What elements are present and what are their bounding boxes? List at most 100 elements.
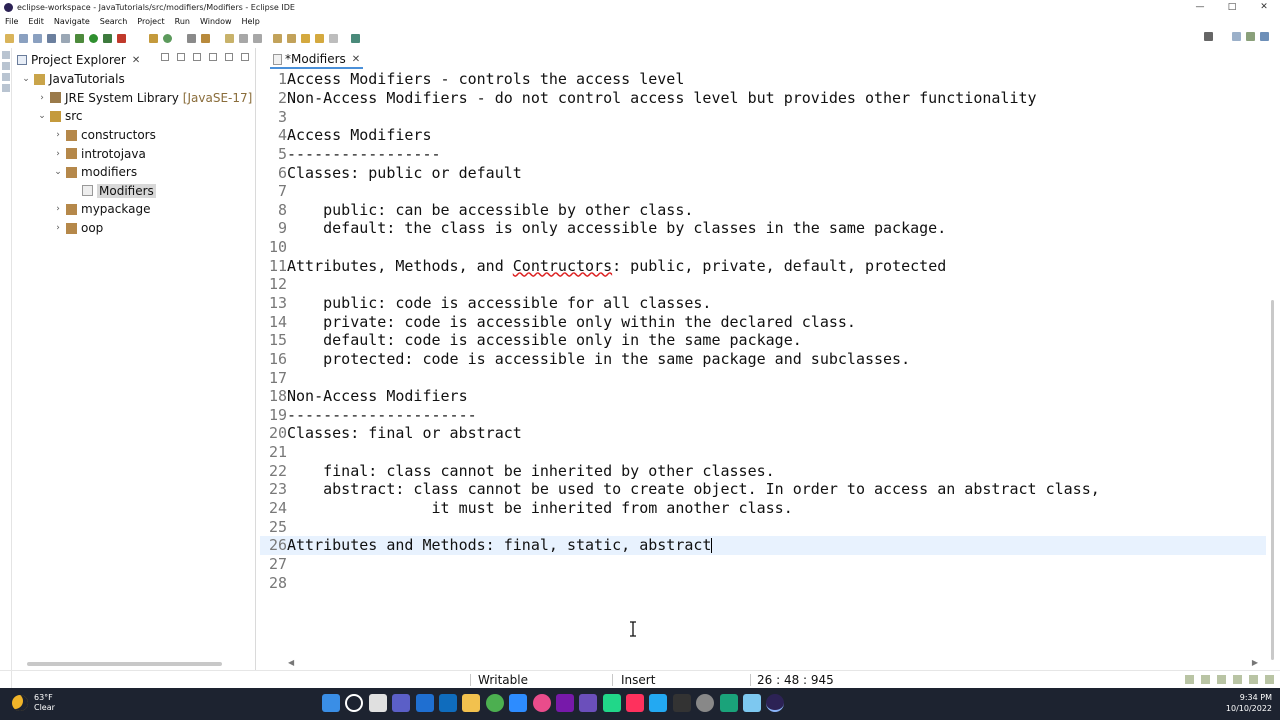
tasks-icon[interactable] — [1233, 675, 1242, 684]
explorer-horizontal-scrollbar[interactable] — [27, 662, 222, 666]
save-all-icon[interactable] — [33, 33, 42, 43]
outline-icon[interactable] — [2, 62, 10, 70]
console-icon[interactable] — [1201, 675, 1210, 684]
mail-icon[interactable] — [415, 694, 434, 712]
tree-item-modifiers[interactable]: ⌄ modifiers — [13, 163, 256, 182]
scrollbar-thumb[interactable] — [1271, 300, 1274, 660]
project-explorer-tab[interactable]: Project Explorer ✕ — [17, 51, 140, 69]
filter-icon[interactable] — [193, 53, 201, 61]
tree-item-mypackage[interactable]: › mypackage — [13, 200, 256, 219]
file-explorer-icon[interactable] — [462, 694, 481, 712]
terminal-app-icon[interactable] — [672, 694, 691, 712]
new-class-icon[interactable] — [163, 33, 172, 43]
problems-icon[interactable] — [2, 73, 10, 81]
code-line[interactable]: 15 default: code is accessible only in t… — [260, 331, 1266, 350]
tree-item-modifiers[interactable]: Modifiers — [13, 182, 256, 201]
code-area[interactable]: 1 Access Modifiers - controls the access … — [260, 70, 1266, 592]
chevron-down-icon[interactable]: ⌄ — [21, 74, 31, 84]
back-icon[interactable] — [315, 33, 324, 43]
code-line[interactable]: 5 ----------------- — [260, 145, 1266, 164]
editor-horizontal-scrollbar[interactable]: ◀ ▶ — [288, 658, 1258, 667]
code-line[interactable]: 27 — [260, 555, 1266, 574]
code-line[interactable]: 17 — [260, 368, 1266, 387]
show-whitespace-icon[interactable] — [253, 33, 262, 43]
start-icon[interactable] — [322, 694, 340, 712]
menu-project[interactable]: Project — [132, 17, 169, 26]
skip-breakpoints-icon[interactable] — [61, 33, 70, 43]
slack-icon[interactable] — [532, 694, 551, 712]
toggle-block-icon[interactable] — [239, 33, 248, 43]
view-menu-icon[interactable] — [209, 53, 217, 61]
code-line[interactable]: 12 — [260, 275, 1266, 294]
status-insert-mode[interactable]: Insert — [621, 673, 655, 687]
run-icon[interactable] — [89, 33, 98, 43]
code-line[interactable]: 11 Attributes, Methods, and Contructors: … — [260, 256, 1266, 275]
code-line[interactable]: 23 abstract: class cannot be used to cre… — [260, 480, 1266, 499]
maximize-button[interactable]: □ — [1216, 0, 1248, 14]
java-perspective-icon[interactable] — [1260, 32, 1269, 41]
menu-search[interactable]: Search — [95, 17, 132, 26]
vscode-icon[interactable] — [649, 694, 668, 712]
code-line[interactable]: 3 — [260, 107, 1266, 126]
settings-icon[interactable] — [696, 694, 715, 712]
collapse-all-icon[interactable] — [161, 53, 169, 61]
code-line[interactable]: 25 — [260, 517, 1266, 536]
javadoc-icon[interactable] — [2, 84, 10, 92]
code-line[interactable]: 14 private: code is accessible only with… — [260, 312, 1266, 331]
problems-trim-icon[interactable] — [1217, 675, 1226, 684]
visual-studio-icon[interactable] — [579, 694, 598, 712]
code-line[interactable]: 4 Access Modifiers — [260, 126, 1266, 145]
code-line[interactable]: 19 --------------------- — [260, 406, 1266, 425]
code-line[interactable]: 2 Non-Access Modifiers - do not control a… — [260, 89, 1266, 108]
zoom-icon[interactable] — [509, 694, 528, 712]
code-line[interactable]: 6 Classes: public or default — [260, 163, 1266, 182]
chevron-right-icon[interactable]: › — [37, 93, 47, 103]
menu-help[interactable]: Help — [237, 17, 265, 26]
task-view-icon[interactable] — [368, 694, 387, 712]
debug-icon[interactable] — [75, 33, 84, 43]
pycharm-icon[interactable] — [602, 694, 621, 712]
new-icon[interactable] — [5, 33, 14, 43]
search-icon[interactable] — [1204, 32, 1213, 41]
code-line[interactable]: 22 final: class cannot be inherited by o… — [260, 461, 1266, 480]
close-icon[interactable]: ✕ — [352, 54, 360, 65]
minimize-button[interactable]: — — [1184, 0, 1216, 14]
java-ee-perspective-icon[interactable] — [1246, 32, 1255, 41]
terminal-icon[interactable] — [47, 33, 56, 43]
link-editor-icon[interactable] — [177, 53, 185, 61]
system-clock[interactable]: 9:34 PM 10/10/2022 — [1226, 692, 1272, 714]
code-line[interactable]: 10 — [260, 238, 1266, 257]
save-icon[interactable] — [19, 33, 28, 43]
chevron-right-icon[interactable]: › — [53, 149, 63, 159]
code-line[interactable]: 9 default: the class is only accessible … — [260, 219, 1266, 238]
tree-item-introtojava[interactable]: › introtojava — [13, 144, 256, 163]
weather-widget[interactable]: 63°F Clear — [12, 693, 55, 713]
search-tool-icon[interactable] — [201, 33, 210, 43]
onenote-icon[interactable] — [555, 694, 574, 712]
code-line[interactable]: 24 it must be inherited from another cla… — [260, 499, 1266, 518]
chrome-icon[interactable] — [485, 694, 504, 712]
chevron-right-icon[interactable]: › — [53, 204, 63, 214]
menu-edit[interactable]: Edit — [23, 17, 49, 26]
code-line[interactable]: 13 public: code is accessible for all cl… — [260, 294, 1266, 313]
outlook-icon[interactable] — [438, 694, 457, 712]
sublime-icon[interactable] — [719, 694, 738, 712]
code-line[interactable]: 26 Attributes and Methods: final, static,… — [260, 536, 1266, 555]
open-perspective-icon[interactable] — [1232, 32, 1241, 41]
code-line[interactable]: 21 — [260, 443, 1266, 462]
new-package-icon[interactable] — [149, 33, 158, 43]
teams-chat-icon[interactable] — [392, 694, 411, 712]
menu-run[interactable]: Run — [170, 17, 195, 26]
close-icon[interactable]: ✕ — [132, 55, 140, 66]
menu-file[interactable]: File — [0, 17, 23, 26]
status-cursor-position[interactable]: 26 : 48 : 945 — [757, 673, 834, 687]
coverage-icon[interactable] — [103, 33, 112, 43]
code-line[interactable]: 18 Non-Access Modifiers — [260, 387, 1266, 406]
maximize-view-icon[interactable] — [241, 53, 249, 61]
scroll-left-icon[interactable]: ◀ — [288, 658, 294, 667]
code-line[interactable]: 20 Classes: final or abstract — [260, 424, 1266, 443]
external-tools-icon[interactable] — [117, 33, 126, 43]
tree-item-constructors[interactable]: › constructors — [13, 126, 256, 145]
chevron-right-icon[interactable]: › — [53, 130, 63, 140]
tree-item-jre-system-library[interactable]: › JRE System Library [JavaSE-17] — [13, 89, 256, 108]
